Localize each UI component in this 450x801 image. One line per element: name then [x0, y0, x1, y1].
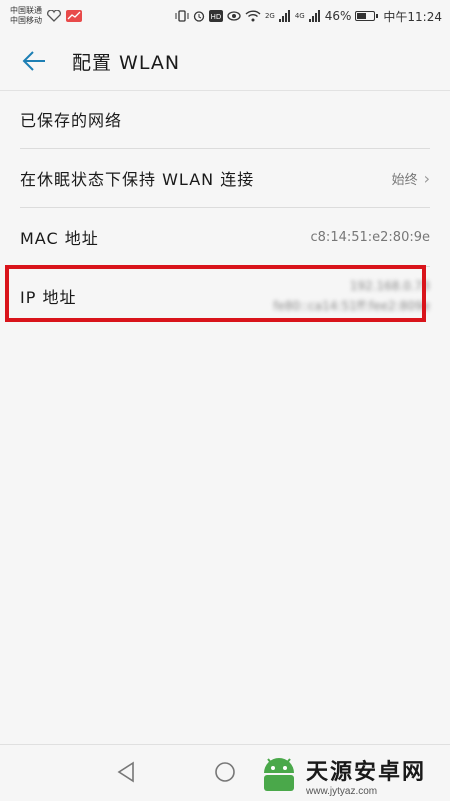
- nav-home-icon[interactable]: [214, 761, 236, 783]
- signal-icon-2: [308, 10, 320, 22]
- mac-address-item: MAC 地址 c8:14:51:e2:80:9e: [20, 208, 430, 267]
- status-bar: 中国联通 中国移动 HD 2G 4G 46% 中午11:24: [0, 0, 450, 32]
- vibrate-icon: [175, 10, 189, 22]
- network-type-1: 2G: [264, 12, 275, 20]
- stocks-app-icon: [66, 10, 82, 22]
- alarm-icon: [193, 11, 205, 22]
- back-button[interactable]: [14, 41, 54, 81]
- clock: 中午11:24: [383, 9, 442, 24]
- item-label: 已保存的网络: [20, 111, 123, 130]
- title-bar: 配置 WLAN: [0, 32, 450, 90]
- chevron-right-icon: ›: [423, 168, 430, 188]
- watermark-url: www.jytyaz.com: [306, 785, 378, 797]
- sleep-policy-value: 始终: [391, 172, 418, 188]
- network-type-2: 4G: [294, 12, 305, 20]
- carrier-2: 中国移动: [10, 16, 42, 25]
- watermark: 天源安卓网 www.jytyaz.com: [258, 752, 426, 798]
- keep-wlan-on-sleep-item[interactable]: 在休眠状态下保持 WLAN 连接 始终 ›: [20, 149, 430, 208]
- watermark-text: 天源安卓网 www.jytyaz.com: [306, 754, 426, 797]
- nav-back-icon[interactable]: [116, 761, 136, 783]
- eye-comfort-icon: [227, 11, 241, 21]
- mac-address-value: c8:14:51:e2:80:9e: [310, 229, 430, 245]
- item-label: 在休眠状态下保持 WLAN 连接: [20, 170, 255, 189]
- carrier-1: 中国联通: [10, 6, 42, 15]
- item-value: 始终 ›: [392, 169, 430, 188]
- status-left: 中国联通 中国移动: [0, 6, 82, 26]
- page-title: 配置 WLAN: [72, 51, 181, 74]
- battery-percent: 46%: [324, 9, 352, 23]
- health-icon: [47, 10, 61, 22]
- hd-icon: HD: [208, 10, 223, 22]
- status-right: HD 2G 4G 46% 中午11:24: [175, 8, 442, 25]
- signal-icon-1: [278, 10, 290, 22]
- svg-text:HD: HD: [211, 13, 222, 21]
- highlight-box: [5, 265, 426, 322]
- back-arrow-icon: [22, 51, 45, 71]
- battery-icon: [355, 11, 379, 21]
- saved-networks-item[interactable]: 已保存的网络: [20, 90, 430, 149]
- carrier-labels: 中国联通 中国移动: [10, 6, 42, 26]
- watermark-name: 天源安卓网: [306, 759, 427, 785]
- item-label: MAC 地址: [20, 229, 99, 248]
- wifi-icon: [245, 10, 261, 22]
- android-logo-icon: [264, 758, 294, 791]
